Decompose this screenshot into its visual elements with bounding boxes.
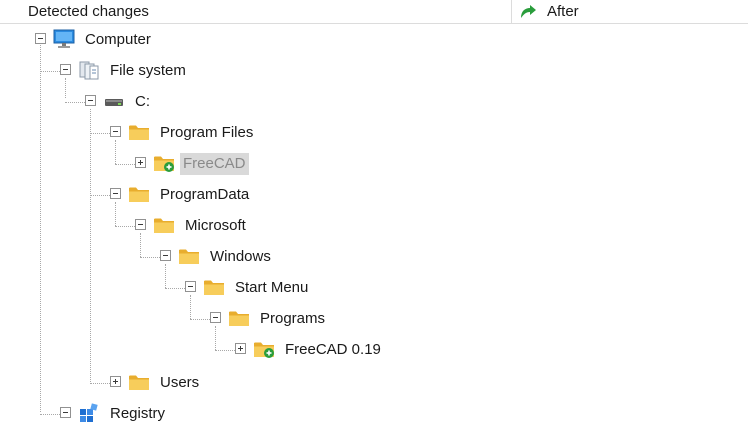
collapse-toggle[interactable]	[135, 219, 146, 230]
collapse-toggle[interactable]	[210, 312, 221, 323]
tree-node-freecad[interactable]: FreeCAD	[0, 153, 400, 177]
file-system-icon	[79, 61, 99, 80]
tree-node-label: Program Files	[160, 124, 254, 141]
tree-node-start-menu[interactable]: Start Menu	[0, 277, 400, 301]
drive-icon	[105, 99, 123, 106]
folder-added-icon	[154, 156, 174, 172]
tree-node-program-files[interactable]: Program Files	[0, 122, 400, 146]
folder-icon	[204, 280, 224, 295]
folder-icon	[179, 249, 199, 264]
folder-icon	[129, 187, 149, 202]
registry-icon	[80, 403, 98, 422]
folder-icon	[154, 218, 174, 233]
collapse-toggle[interactable]	[160, 250, 171, 261]
collapse-toggle[interactable]	[185, 281, 196, 292]
tree-node-freecad-019[interactable]: FreeCAD 0.19	[0, 339, 400, 363]
tree-node-label: Start Menu	[235, 279, 309, 296]
tree-node-label: Computer	[85, 31, 151, 48]
tree-node-label: Users	[160, 374, 200, 391]
collapse-toggle[interactable]	[60, 407, 71, 418]
tree-node-programs[interactable]: Programs	[0, 308, 400, 332]
folder-icon	[129, 375, 149, 390]
expand-toggle[interactable]	[235, 343, 246, 354]
tree-node-label: File system	[110, 62, 186, 79]
tree-node-label: Microsoft	[185, 217, 246, 234]
column-after-label: After	[547, 3, 579, 20]
collapse-toggle[interactable]	[110, 188, 121, 199]
collapse-toggle[interactable]	[85, 95, 96, 106]
changes-tree[interactable]: Computer File system C: Program Files Fr…	[0, 23, 748, 436]
tree-node-computer[interactable]: Computer	[0, 29, 400, 53]
folder-added-icon	[254, 342, 274, 358]
tree-node-windows[interactable]: Windows	[0, 246, 400, 270]
collapse-toggle[interactable]	[35, 33, 46, 44]
expand-toggle[interactable]	[135, 157, 146, 168]
tree-node-programdata[interactable]: ProgramData	[0, 184, 400, 208]
tree-node-file-system[interactable]: File system	[0, 60, 400, 84]
column-header: Detected changes After	[0, 0, 748, 24]
tree-node-label: ProgramData	[160, 186, 250, 203]
tree-node-label: C:	[135, 93, 150, 110]
tree-node-microsoft[interactable]: Microsoft	[0, 215, 400, 239]
expand-toggle[interactable]	[110, 376, 121, 387]
tree-node-label: Windows	[210, 248, 271, 265]
tree-node-label: Programs	[260, 310, 326, 327]
collapse-toggle[interactable]	[110, 126, 121, 137]
column-detected-changes-label: Detected changes	[28, 3, 149, 20]
folder-icon	[229, 311, 249, 326]
tree-node-drive-c[interactable]: C:	[0, 91, 400, 115]
tree-node-registry[interactable]: Registry	[0, 403, 400, 427]
column-after[interactable]: After	[512, 0, 748, 23]
tree-node-label: Registry	[110, 405, 166, 422]
collapse-toggle[interactable]	[60, 64, 71, 75]
folder-icon	[129, 125, 149, 140]
tree-node-users[interactable]: Users	[0, 372, 400, 396]
tree-node-label: FreeCAD	[180, 153, 249, 175]
tree-node-label: FreeCAD 0.19	[285, 341, 381, 358]
computer-icon	[53, 29, 75, 48]
after-arrow-icon	[521, 5, 536, 18]
column-detected-changes[interactable]: Detected changes	[0, 0, 512, 23]
